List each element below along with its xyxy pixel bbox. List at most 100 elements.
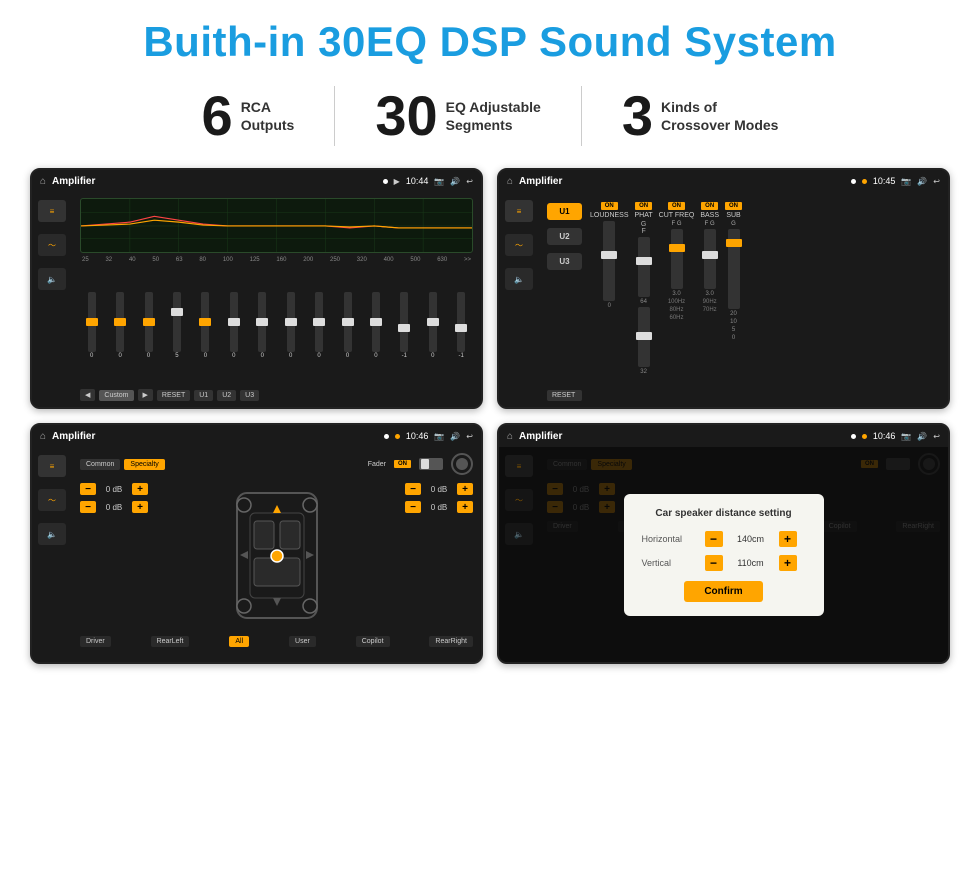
screen-distance: ⌂ Amplifier 10:46 📷 🔊 ↩ ≡ 〜 🔈 Common — [497, 423, 950, 664]
fader-minus-3[interactable]: − — [405, 483, 421, 495]
status-dot-2 — [851, 179, 856, 184]
stat-number-crossover: 3 — [622, 88, 653, 144]
modal-horizontal-minus[interactable]: − — [705, 531, 723, 547]
cutfreq-toggle[interactable]: ON — [668, 202, 685, 210]
home-icon-1: ⌂ — [40, 176, 46, 187]
common-tab[interactable]: Common — [80, 459, 120, 470]
bass-toggle[interactable]: ON — [701, 202, 718, 210]
fader-minus-4[interactable]: − — [405, 501, 421, 513]
fader-content: Common Specialty Fader ON — [72, 447, 481, 662]
loudness-toggle[interactable]: ON — [601, 202, 618, 210]
preset-u3[interactable]: U3 — [547, 253, 582, 270]
back-icon-3: ↩ — [466, 432, 473, 441]
eq-slider-8: 0 — [287, 292, 295, 359]
modal-overlay: Car speaker distance setting Horizontal … — [499, 447, 948, 662]
sidebar-eq-btn-3[interactable]: ≡ — [38, 455, 66, 477]
sidebar-speaker-btn[interactable]: 🔈 — [38, 268, 66, 290]
back-icon-2: ↩ — [933, 177, 940, 186]
modal-title: Car speaker distance setting — [642, 508, 806, 519]
fader-db-val-3: 0 dB — [425, 485, 453, 494]
sidebar-wave-btn[interactable]: 〜 — [38, 234, 66, 256]
sidebar-wave-btn-3[interactable]: 〜 — [38, 489, 66, 511]
screen2-sidebar: ≡ 〜 🔈 — [499, 192, 539, 407]
phat-toggle[interactable]: ON — [635, 202, 652, 210]
eq-slider-1: 0 — [88, 292, 96, 359]
camera-icon-3: 📷 — [434, 432, 444, 441]
eq-prev-btn[interactable]: ◀ — [80, 389, 95, 401]
eq-slider-14: -1 — [457, 292, 465, 359]
fader-label: Fader — [368, 461, 386, 468]
eq-custom-btn[interactable]: Custom — [99, 390, 133, 401]
fader-db-row-1: − 0 dB + — [80, 483, 148, 495]
modal-vertical-label: Vertical — [642, 558, 697, 568]
screen4-body: ≡ 〜 🔈 Common Specialty ON — [499, 447, 948, 662]
eq-play-btn[interactable]: ▶ — [138, 389, 153, 401]
specialty-tab[interactable]: Specialty — [124, 459, 164, 470]
sidebar-speaker-btn-3[interactable]: 🔈 — [38, 523, 66, 545]
status-dot-4b — [862, 434, 867, 439]
screen4-time: 10:46 — [873, 431, 896, 441]
bass-slider[interactable] — [704, 229, 716, 289]
screen3-body: ≡ 〜 🔈 Common Specialty Fader ON — [32, 447, 481, 662]
status-dot-3 — [384, 434, 389, 439]
home-icon-4: ⌂ — [507, 431, 513, 442]
all-btn[interactable]: All — [229, 636, 249, 647]
fader-main: − 0 dB + − 0 dB + — [80, 483, 473, 628]
status-dot-4 — [851, 434, 856, 439]
preset-u1[interactable]: U1 — [547, 203, 582, 220]
eq-slider-6: 0 — [230, 292, 238, 359]
loudness-slider[interactable] — [603, 221, 615, 301]
sidebar-wave-btn-2[interactable]: 〜 — [505, 234, 533, 256]
eq-u2-btn[interactable]: U2 — [217, 390, 236, 401]
phat-slider-f[interactable] — [638, 307, 650, 367]
eq-slider-4: 5 — [173, 292, 181, 359]
screen-eq: ⌂ Amplifier ▶ 10:44 📷 🔊 ↩ ≡ 〜 🔈 — [30, 168, 483, 409]
confirm-button[interactable]: Confirm — [684, 581, 762, 602]
eq-slider-9: 0 — [315, 292, 323, 359]
rearleft-btn[interactable]: RearLeft — [151, 636, 190, 647]
fader-plus-3[interactable]: + — [457, 483, 473, 495]
fader-minus-2[interactable]: − — [80, 501, 96, 513]
screen2-title: Amplifier — [519, 176, 845, 187]
user-btn[interactable]: User — [289, 636, 316, 647]
modal-vertical-plus[interactable]: + — [779, 555, 797, 571]
fader-db-val-4: 0 dB — [425, 503, 453, 512]
eq-reset-btn[interactable]: RESET — [157, 390, 190, 401]
volume-icon-3: 🔊 — [450, 432, 460, 441]
fader-toggle[interactable]: ON — [394, 460, 411, 468]
eq-u1-btn[interactable]: U1 — [194, 390, 213, 401]
eq-u3-btn[interactable]: U3 — [240, 390, 259, 401]
sidebar-speaker-btn-2[interactable]: 🔈 — [505, 268, 533, 290]
fader-db-row-2: − 0 dB + — [80, 501, 148, 513]
screen3-topbar: ⌂ Amplifier 10:46 📷 🔊 ↩ — [32, 425, 481, 447]
modal-horizontal-label: Horizontal — [642, 534, 697, 544]
modal-horizontal-row: Horizontal − 140cm + — [642, 531, 806, 547]
crossover-reset-btn[interactable]: RESET — [547, 390, 582, 401]
channel-sub: ON SUB G 20 10 5 0 — [725, 202, 742, 397]
stat-number-rca: 6 — [202, 88, 233, 144]
fader-slider-mini[interactable] — [419, 458, 443, 470]
sub-toggle[interactable]: ON — [725, 202, 742, 210]
fader-tab-row: Common Specialty Fader ON — [80, 453, 473, 475]
phat-slider-g[interactable] — [638, 237, 650, 297]
rearright-btn[interactable]: RearRight — [429, 636, 473, 647]
status-dot-2b — [862, 179, 867, 184]
fader-plus-1[interactable]: + — [132, 483, 148, 495]
cutfreq-slider[interactable] — [671, 229, 683, 289]
camera-icon-4: 📷 — [901, 432, 911, 441]
driver-btn[interactable]: Driver — [80, 636, 111, 647]
fader-plus-2[interactable]: + — [132, 501, 148, 513]
crossover-sliders: ON LOUDNESS 0 ON PHAT GF — [590, 198, 940, 401]
modal-vertical-minus[interactable]: − — [705, 555, 723, 571]
fader-plus-4[interactable]: + — [457, 501, 473, 513]
sidebar-eq-btn[interactable]: ≡ — [38, 200, 66, 222]
sub-slider[interactable] — [728, 229, 740, 309]
play-icon-1: ▶ — [394, 177, 400, 186]
screen1-topbar: ⌂ Amplifier ▶ 10:44 📷 🔊 ↩ — [32, 170, 481, 192]
modal-horizontal-plus[interactable]: + — [779, 531, 797, 547]
sidebar-eq-btn-2[interactable]: ≡ — [505, 200, 533, 222]
fader-minus-1[interactable]: − — [80, 483, 96, 495]
preset-u2[interactable]: U2 — [547, 228, 582, 245]
fader-db-val-1: 0 dB — [100, 485, 128, 494]
copilot-btn[interactable]: Copilot — [356, 636, 390, 647]
